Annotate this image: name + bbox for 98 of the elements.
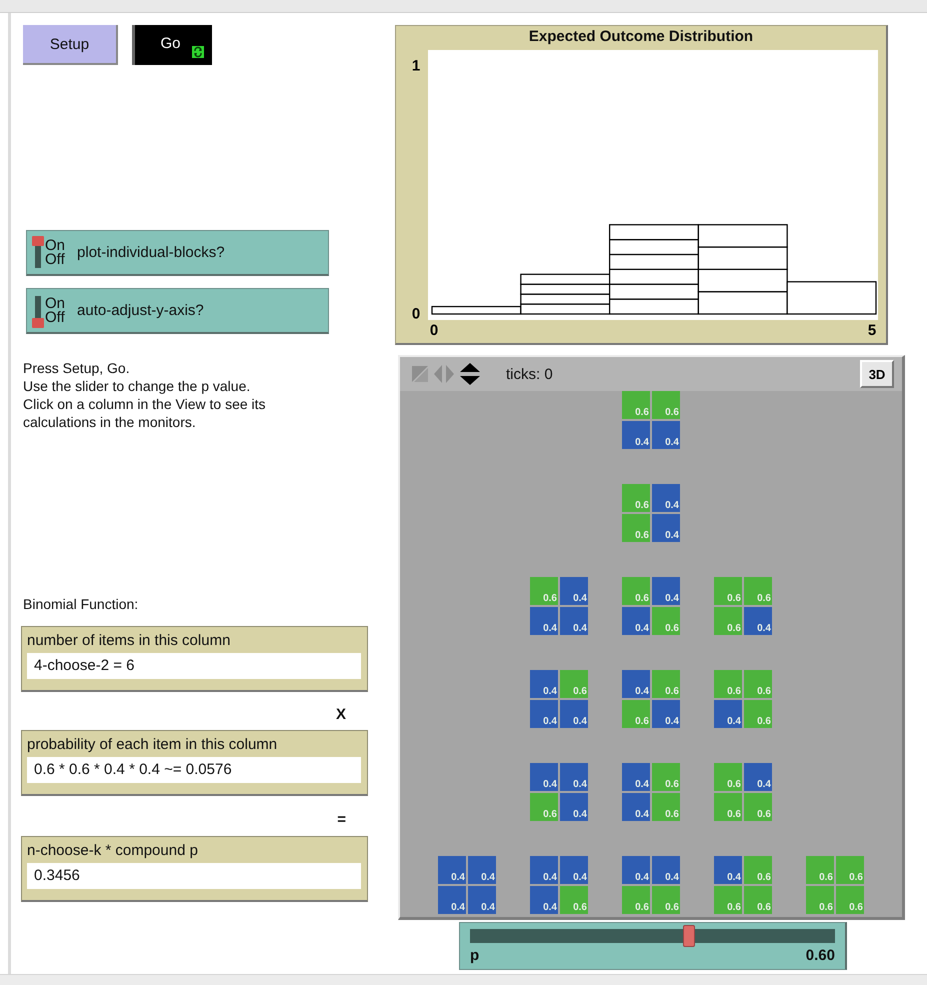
patch: 0.4: [560, 856, 588, 884]
patch: 0.4: [652, 577, 680, 605]
patch: 0.4: [560, 763, 588, 791]
on-label: On: [45, 296, 66, 310]
patch: 0.4: [652, 514, 680, 542]
toggle-icon[interactable]: [32, 294, 44, 328]
patch: 0.4: [530, 763, 558, 791]
patch: 0.4: [622, 670, 650, 698]
patch: 0.6: [744, 856, 772, 884]
patch: 0.4: [652, 484, 680, 512]
patch: 0.6: [714, 670, 742, 698]
operator-sign: =: [337, 810, 346, 828]
patch: 0.4: [530, 856, 558, 884]
patch: 0.4: [438, 856, 466, 884]
setup-button[interactable]: Setup: [23, 25, 118, 65]
patch: 0.6: [652, 391, 680, 419]
go-button[interactable]: Go: [132, 25, 212, 65]
patch: 0.4: [560, 607, 588, 635]
ticks-counter: ticks: 0: [506, 366, 554, 382]
patch: 0.6: [652, 763, 680, 791]
patch: 0.6: [806, 886, 834, 914]
switch-label: plot-individual-blocks?: [77, 244, 225, 261]
patch: 0.4: [622, 856, 650, 884]
x-tick-label: 5: [868, 322, 876, 339]
patch: 0.6: [714, 763, 742, 791]
plot-title: Expected Outcome Distribution: [528, 27, 754, 47]
patch: 0.6: [652, 793, 680, 821]
patch: 0.4: [468, 856, 496, 884]
patch: 0.6: [622, 700, 650, 728]
on-label: On: [45, 238, 66, 252]
patch: 0.6: [652, 670, 680, 698]
patch: 0.4: [714, 856, 742, 884]
off-label: Off: [45, 252, 66, 266]
monitor-value: 0.6 * 0.6 * 0.4 * 0.4 ~= 0.0576: [27, 757, 361, 783]
toggle-icon[interactable]: [32, 236, 44, 270]
patch: 0.6: [714, 793, 742, 821]
patch: 0.4: [714, 700, 742, 728]
patch: 0.6: [622, 514, 650, 542]
monitor-label: n-choose-k * compound p: [27, 841, 199, 861]
patch: 0.6: [530, 577, 558, 605]
switch-label: auto-adjust-y-axis?: [77, 302, 204, 319]
monitor-label: number of items in this column: [27, 631, 232, 651]
patch: 0.6: [836, 856, 864, 884]
patch: 0.6: [622, 484, 650, 512]
patch: 0.4: [744, 607, 772, 635]
patch: 0.4: [530, 607, 558, 635]
operator-sign: X: [336, 706, 346, 722]
patch: 0.4: [560, 793, 588, 821]
patch: 0.6: [744, 793, 772, 821]
slider[interactable]: p 0.60: [459, 922, 847, 970]
instructions-text: Press Setup, Go. Use the slider to change the p value. Click on a column in the View to see its calculations in the monitors.: [23, 359, 267, 431]
y-tick-label: 1: [412, 58, 420, 74]
3d-button[interactable]: 3D: [860, 360, 894, 388]
patch: 0.6: [714, 886, 742, 914]
patch: 0.6: [806, 856, 834, 884]
patch: 0.6: [744, 700, 772, 728]
patch: 0.6: [714, 607, 742, 635]
patch: 0.4: [622, 607, 650, 635]
patch: 0.6: [652, 607, 680, 635]
patch: 0.4: [622, 793, 650, 821]
patch: 0.6: [652, 886, 680, 914]
patch: 0.6: [622, 391, 650, 419]
y-tick-label: 0: [412, 306, 420, 322]
patch: 0.4: [560, 577, 588, 605]
patch: 0.4: [652, 700, 680, 728]
patch: 0.4: [622, 763, 650, 791]
patch: 0.4: [744, 763, 772, 791]
patch: 0.4: [530, 670, 558, 698]
monitor-value: 4-choose-2 = 6: [27, 653, 361, 679]
patch: 0.6: [836, 886, 864, 914]
patch: 0.6: [744, 577, 772, 605]
patch: 0.6: [560, 670, 588, 698]
patch: 0.4: [468, 886, 496, 914]
monitor-value: 0.3456: [27, 863, 361, 889]
patch: 0.6: [560, 886, 588, 914]
monitor-label: probability of each item in this column: [27, 735, 278, 755]
patch: 0.6: [622, 577, 650, 605]
slider-label: p: [470, 947, 480, 964]
off-label: Off: [45, 310, 66, 324]
patch: 0.6: [744, 886, 772, 914]
patch: 0.4: [530, 700, 558, 728]
patch: 0.6: [622, 886, 650, 914]
section-label: Binomial Function:: [23, 596, 140, 612]
patch: 0.4: [438, 886, 466, 914]
slider-thumb[interactable]: [683, 925, 695, 947]
loop-arrows-icon: [192, 46, 204, 58]
patch: 0.6: [530, 793, 558, 821]
patch: 0.4: [652, 421, 680, 449]
slider-track[interactable]: [470, 925, 835, 947]
patch: 0.6: [744, 670, 772, 698]
patch: 0.4: [652, 856, 680, 884]
patch: 0.4: [560, 700, 588, 728]
patch: 0.6: [714, 577, 742, 605]
x-tick-label: 0: [430, 322, 438, 339]
patch: 0.4: [622, 421, 650, 449]
patch: 0.4: [530, 886, 558, 914]
up-down-arrows-icon[interactable]: [460, 363, 480, 385]
slider-value: 0.60: [806, 947, 835, 964]
